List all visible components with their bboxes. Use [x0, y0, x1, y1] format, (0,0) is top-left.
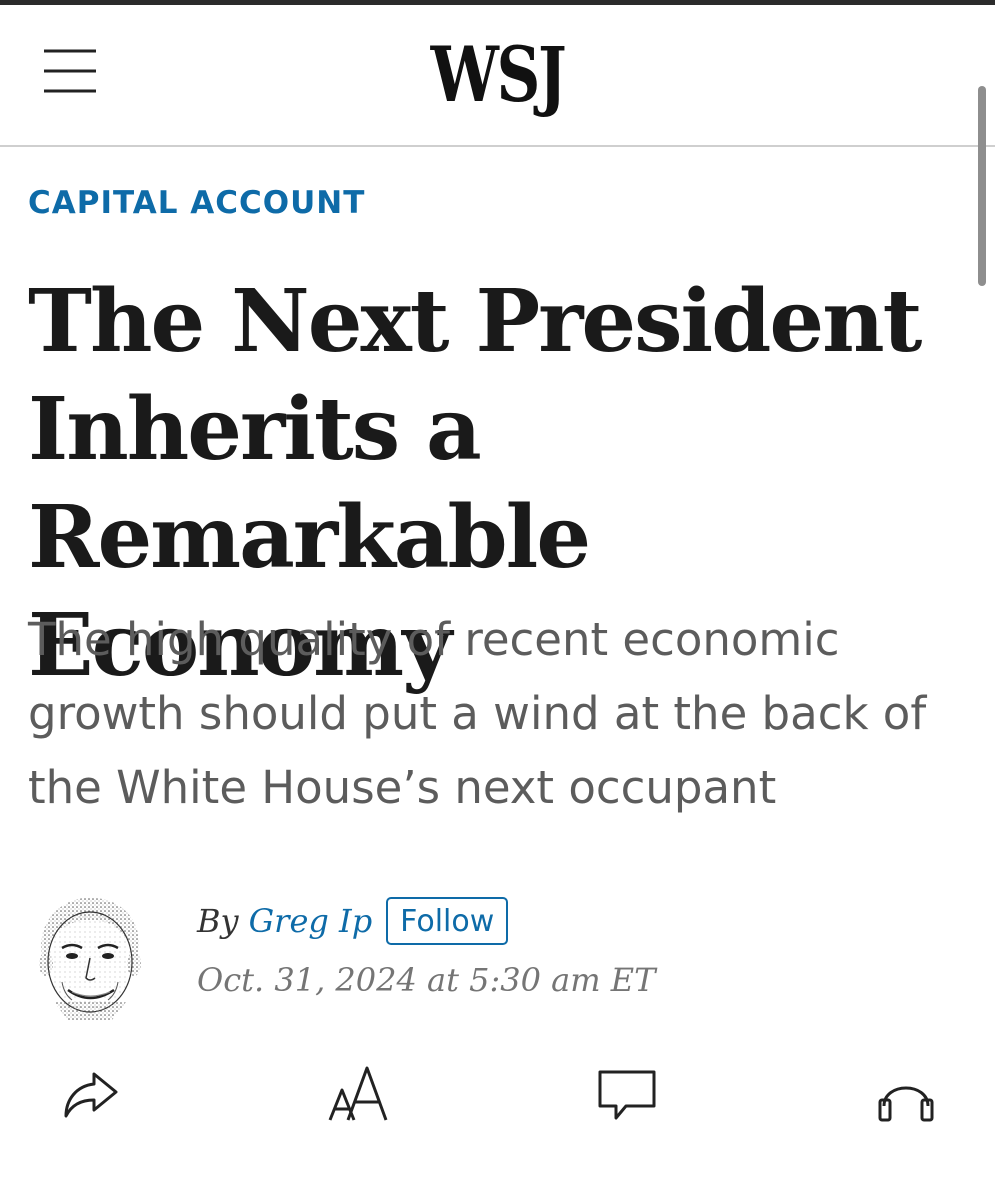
scrollbar[interactable]: [978, 86, 986, 286]
share-icon[interactable]: [58, 1066, 122, 1122]
headline-line: The Next President: [28, 271, 922, 372]
dek-line: growth should put a wind at the back of: [28, 687, 927, 740]
comments-icon[interactable]: [596, 1066, 658, 1124]
byline: By Greg Ip Follow: [197, 895, 509, 947]
wsj-logo[interactable]: WSJ: [100, 35, 896, 115]
dek: The high quality of recent economic grow…: [28, 603, 958, 825]
dek-line: The high quality of recent economic: [28, 613, 840, 666]
text-size-icon[interactable]: [326, 1062, 392, 1124]
author-link[interactable]: Greg Ip: [249, 902, 373, 940]
headline-line: Inherits a Remarkable: [28, 379, 591, 588]
byline-prefix: By: [197, 902, 239, 940]
site-header: WSJ: [0, 5, 995, 147]
headphones-icon[interactable]: [874, 1068, 938, 1124]
hamburger-menu-icon[interactable]: [38, 43, 102, 99]
section-kicker[interactable]: CAPITAL ACCOUNT: [28, 184, 365, 222]
follow-button[interactable]: Follow: [386, 897, 509, 945]
author-avatar[interactable]: [28, 890, 152, 1020]
dek-line: the White House’s next occupant: [28, 761, 777, 814]
publish-date: Oct. 31, 2024 at 5:30 am ET: [197, 961, 656, 999]
